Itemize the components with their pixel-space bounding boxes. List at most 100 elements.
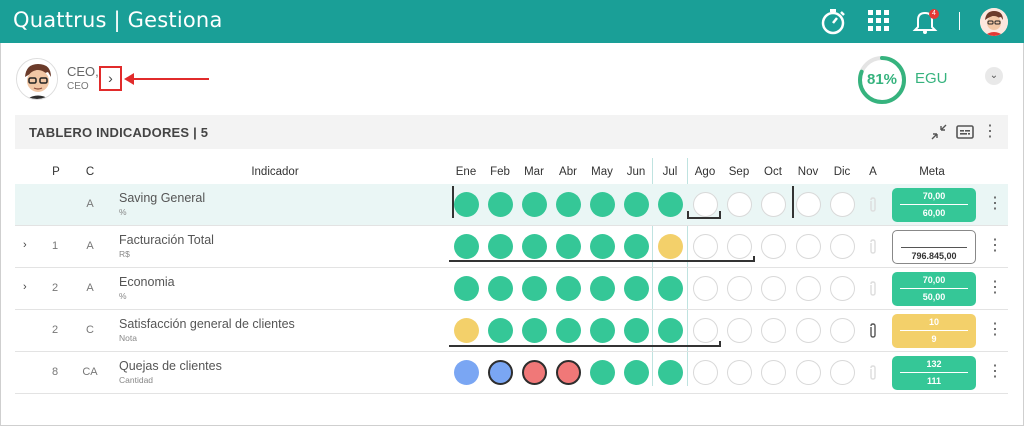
month-status-mar[interactable]: [522, 318, 547, 343]
month-status-nov[interactable]: [796, 276, 821, 301]
month-status-dic[interactable]: [830, 318, 855, 343]
month-status-sep[interactable]: [727, 234, 752, 259]
month-status-ene[interactable]: [454, 360, 479, 385]
month-status-sep[interactable]: [727, 360, 752, 385]
month-status-sep[interactable]: [727, 276, 752, 301]
paperclip-icon[interactable]: [868, 323, 878, 342]
month-status-jun[interactable]: [624, 192, 649, 217]
month-status-dic[interactable]: [830, 276, 855, 301]
month-status-ene[interactable]: [454, 192, 479, 217]
month-status-abr[interactable]: [556, 234, 581, 259]
month-status-abr[interactable]: [556, 360, 581, 385]
month-status-ago[interactable]: [693, 360, 718, 385]
month-status-mar[interactable]: [522, 276, 547, 301]
indicator-name[interactable]: Facturación Total: [119, 233, 214, 247]
month-status-sep[interactable]: [727, 318, 752, 343]
indicator-name[interactable]: Satisfacción general de clientes: [119, 317, 295, 331]
table-row[interactable]: 8 CA Quejas de clientes Cantidad 132 111 ⋮: [15, 352, 1008, 394]
header-dropdown-button[interactable]: ⌄: [985, 67, 1003, 85]
compress-icon[interactable]: [929, 122, 949, 142]
month-status-ene[interactable]: [454, 318, 479, 343]
indicator-name[interactable]: Quejas de clientes: [119, 359, 222, 373]
month-status-jul[interactable]: [658, 192, 683, 217]
user-avatar-top[interactable]: [980, 8, 1008, 36]
month-status-oct[interactable]: [761, 318, 786, 343]
indicator-name[interactable]: Economia: [119, 275, 175, 289]
row-menu-kebab-icon[interactable]: ⋮: [987, 320, 1003, 340]
month-status-sep[interactable]: [727, 192, 752, 217]
month-status-jul[interactable]: [658, 234, 683, 259]
month-status-mar[interactable]: [522, 234, 547, 259]
table-row[interactable]: › 2 A Economia% 70,00 50,00 ⋮: [15, 268, 1008, 310]
month-status-jul[interactable]: [658, 276, 683, 301]
month-status-abr[interactable]: [556, 192, 581, 217]
month-status-jun[interactable]: [624, 276, 649, 301]
meta-box[interactable]: 70,00 60,00: [892, 188, 976, 222]
expand-user-button[interactable]: ›: [99, 66, 122, 91]
month-status-abr[interactable]: [556, 318, 581, 343]
month-status-may[interactable]: [590, 192, 615, 217]
month-status-oct[interactable]: [761, 192, 786, 217]
meta-box[interactable]: 796.845,00: [892, 230, 976, 264]
month-status-nov[interactable]: [796, 234, 821, 259]
month-status-feb[interactable]: [488, 360, 513, 385]
panel-menu-kebab-icon[interactable]: ⋮: [980, 122, 1000, 142]
month-status-may[interactable]: [590, 276, 615, 301]
month-status-abr[interactable]: [556, 276, 581, 301]
month-status-feb[interactable]: [488, 276, 513, 301]
month-status-nov[interactable]: [796, 360, 821, 385]
meta-box[interactable]: 70,00 50,00: [892, 272, 976, 306]
month-status-may[interactable]: [590, 318, 615, 343]
row-menu-kebab-icon[interactable]: ⋮: [987, 236, 1003, 256]
month-status-dic[interactable]: [830, 234, 855, 259]
month-status-ene[interactable]: [454, 234, 479, 259]
month-status-ago[interactable]: [693, 234, 718, 259]
row-menu-kebab-icon[interactable]: ⋮: [987, 278, 1003, 298]
month-status-feb[interactable]: [488, 234, 513, 259]
month-status-mar[interactable]: [522, 360, 547, 385]
subtitles-icon[interactable]: [955, 122, 975, 142]
col-month-mar: Mar: [524, 166, 544, 178]
row-menu-kebab-icon[interactable]: ⋮: [987, 194, 1003, 214]
brand-title[interactable]: Quattrus | Gestiona: [13, 8, 223, 32]
month-status-ene[interactable]: [454, 276, 479, 301]
row-p: 8: [51, 366, 59, 378]
month-status-jun[interactable]: [624, 234, 649, 259]
month-status-oct[interactable]: [761, 360, 786, 385]
month-status-jul[interactable]: [658, 318, 683, 343]
month-status-nov[interactable]: [796, 192, 821, 217]
meta-box[interactable]: 10 9: [892, 314, 976, 348]
row-p: 2: [51, 282, 59, 294]
month-status-nov[interactable]: [796, 318, 821, 343]
user-role: CEO: [67, 81, 89, 92]
score-value: 81%: [866, 71, 898, 88]
apps-grid-icon[interactable]: [864, 6, 894, 36]
indicator-name[interactable]: Saving General: [119, 191, 205, 205]
month-status-dic[interactable]: [830, 192, 855, 217]
month-status-oct[interactable]: [761, 276, 786, 301]
meta-box[interactable]: 132 111: [892, 356, 976, 390]
table-row[interactable]: A Saving General% 70,00 60,00 ⋮: [15, 184, 1008, 226]
expand-row-chevron-icon[interactable]: ›: [23, 239, 27, 251]
month-status-jun[interactable]: [624, 318, 649, 343]
month-status-ago[interactable]: [693, 192, 718, 217]
stopwatch-icon[interactable]: [818, 6, 848, 36]
month-status-feb[interactable]: [488, 318, 513, 343]
month-status-may[interactable]: [590, 234, 615, 259]
month-status-jun[interactable]: [624, 360, 649, 385]
month-status-jul[interactable]: [658, 360, 683, 385]
month-status-ago[interactable]: [693, 318, 718, 343]
paperclip-icon: [868, 197, 878, 216]
month-status-ago[interactable]: [693, 276, 718, 301]
score-unit: EGU: [915, 70, 948, 87]
month-status-feb[interactable]: [488, 192, 513, 217]
month-status-dic[interactable]: [830, 360, 855, 385]
month-status-mar[interactable]: [522, 192, 547, 217]
month-status-oct[interactable]: [761, 234, 786, 259]
meta-divider: [900, 372, 968, 373]
month-status-may[interactable]: [590, 360, 615, 385]
meta-bottom-value: 50,00: [922, 292, 946, 302]
row-menu-kebab-icon[interactable]: ⋮: [987, 362, 1003, 382]
row-c: A: [86, 282, 94, 294]
expand-row-chevron-icon[interactable]: ›: [23, 281, 27, 293]
